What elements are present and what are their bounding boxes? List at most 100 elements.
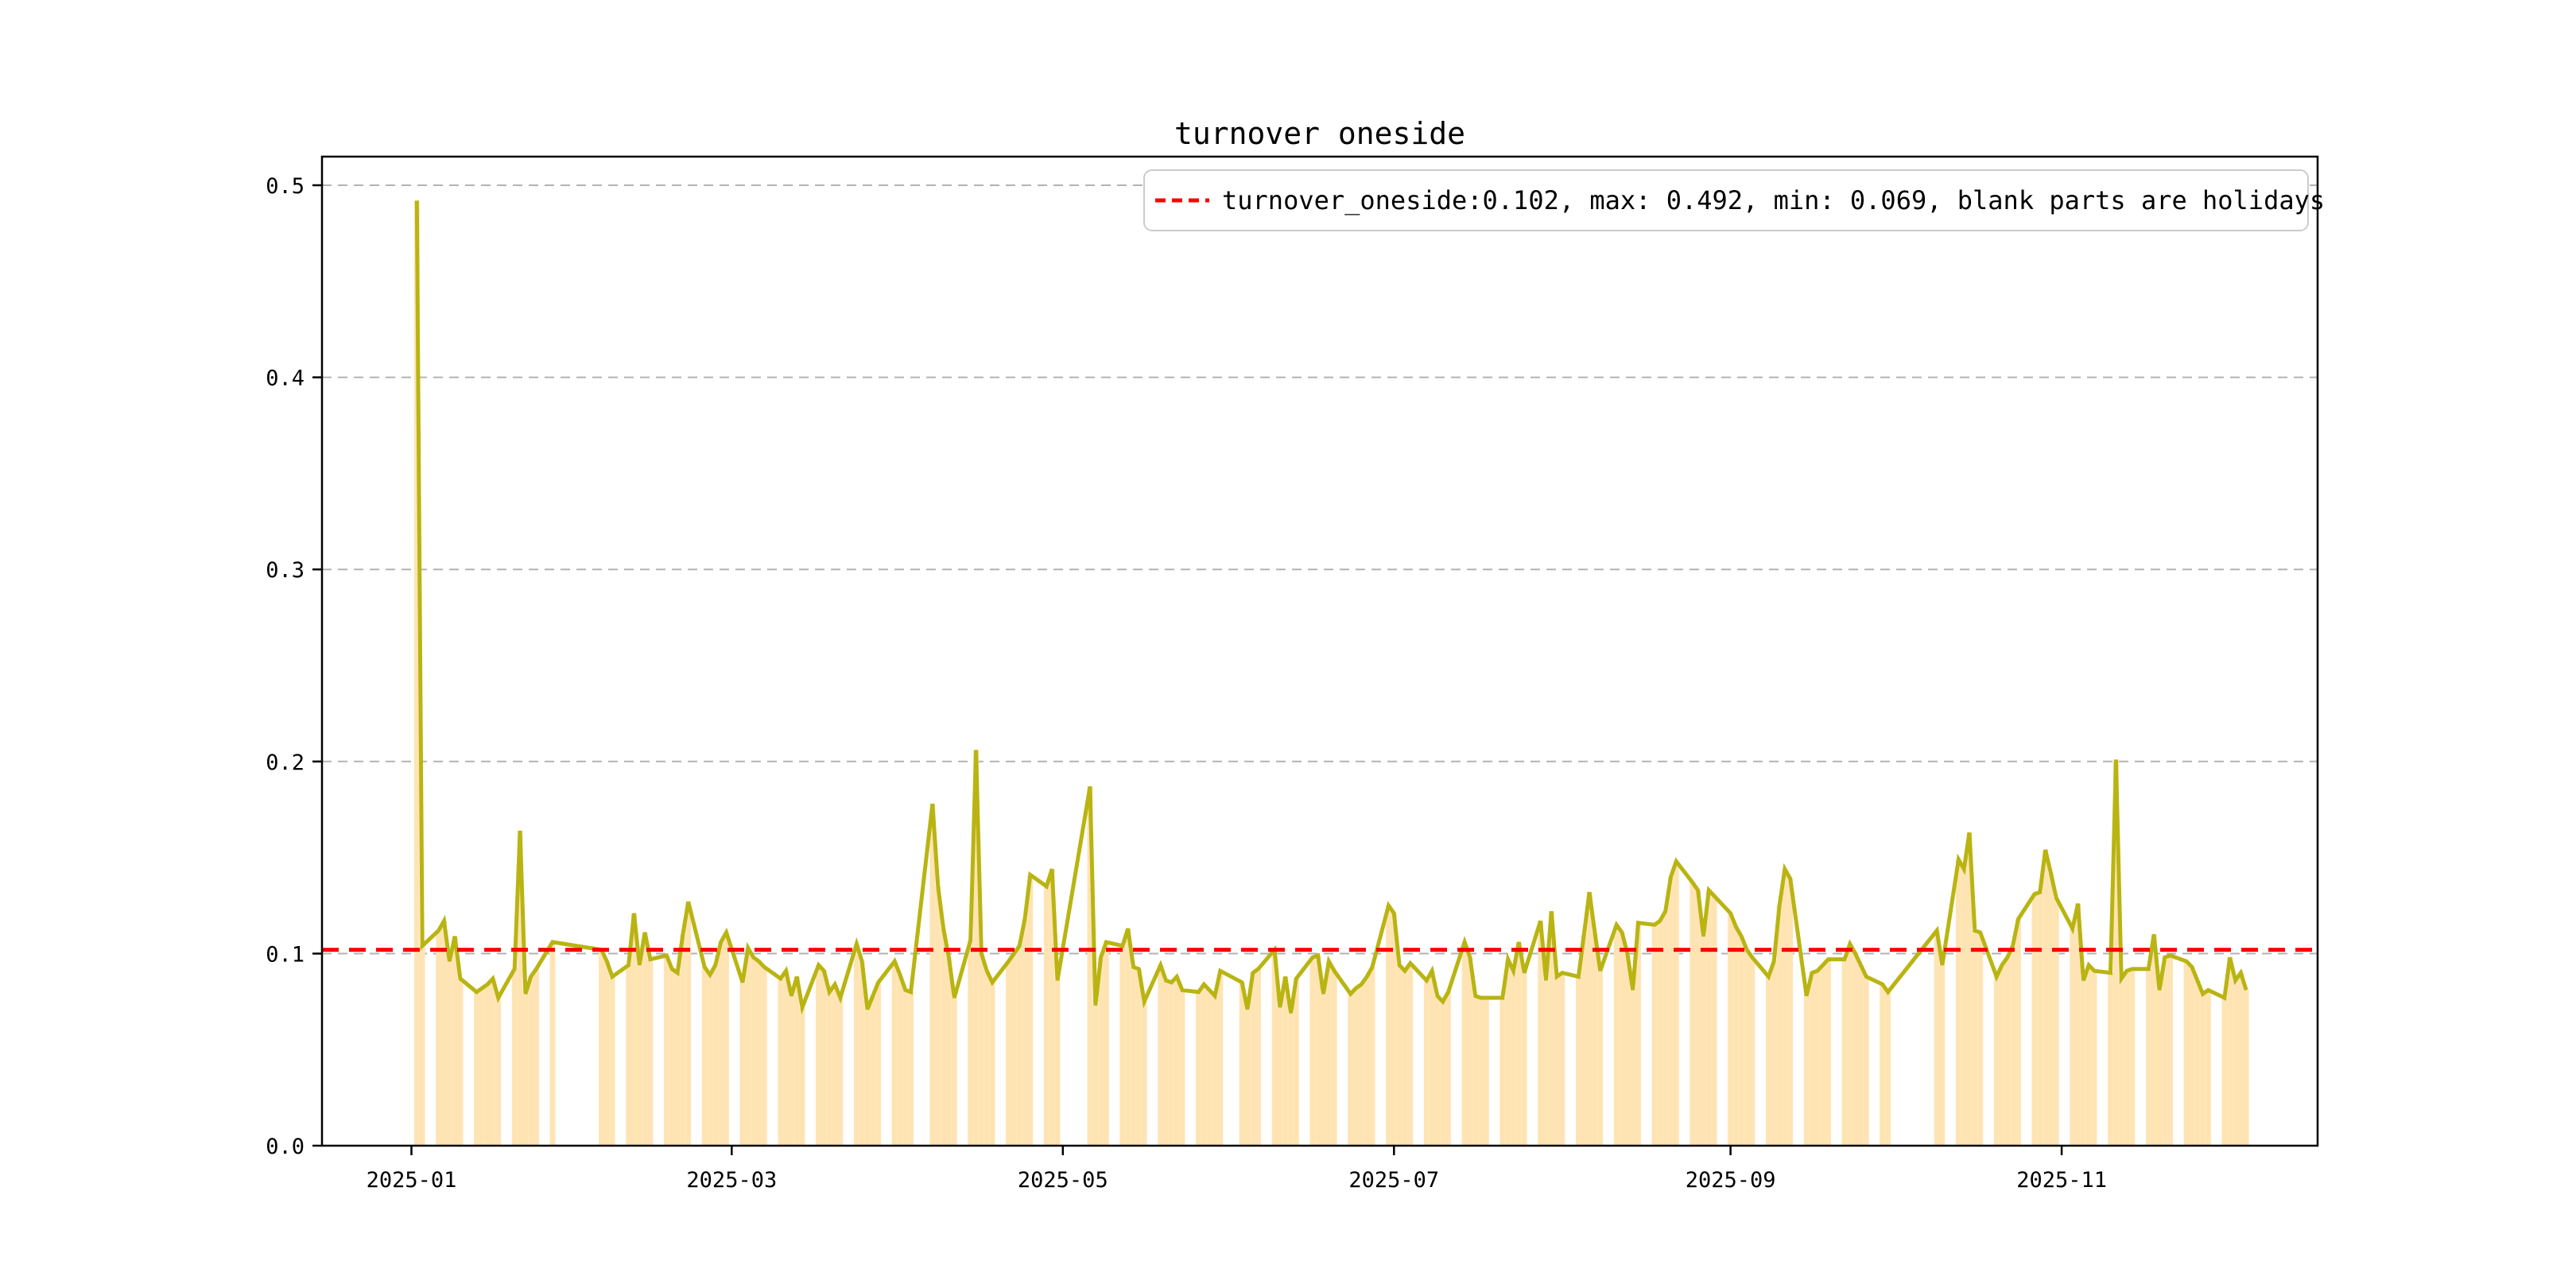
bar bbox=[1277, 1007, 1283, 1146]
bar bbox=[739, 982, 746, 1146]
bar bbox=[1668, 876, 1674, 1146]
bar bbox=[626, 964, 632, 1146]
bar bbox=[1847, 944, 1853, 1146]
bar bbox=[1461, 941, 1468, 1146]
bar bbox=[793, 976, 800, 1146]
bar bbox=[2048, 872, 2054, 1146]
x-tick-label: 2025-05 bbox=[1018, 1168, 1108, 1193]
bar bbox=[1814, 971, 1821, 1146]
bar bbox=[1043, 886, 1049, 1146]
bar bbox=[669, 968, 675, 1146]
bar bbox=[1820, 964, 1826, 1146]
bar bbox=[663, 955, 669, 1146]
bar bbox=[1705, 890, 1712, 1146]
bar bbox=[1196, 991, 1201, 1146]
bar bbox=[636, 964, 642, 1146]
bar bbox=[983, 971, 990, 1146]
bar bbox=[2043, 849, 2049, 1146]
bar bbox=[1022, 918, 1028, 1146]
bar bbox=[2206, 990, 2211, 1146]
bar bbox=[1027, 875, 1034, 1146]
bar bbox=[837, 997, 844, 1146]
bar bbox=[680, 934, 686, 1146]
bar bbox=[832, 984, 838, 1146]
bar bbox=[989, 982, 995, 1146]
bar bbox=[1445, 991, 1451, 1146]
bar bbox=[1440, 1001, 1446, 1146]
bar bbox=[452, 936, 458, 1146]
bar bbox=[902, 990, 909, 1146]
bar bbox=[2162, 957, 2168, 1146]
bar bbox=[870, 995, 876, 1146]
bar bbox=[1011, 953, 1017, 1146]
bar bbox=[1559, 972, 1565, 1146]
bar bbox=[864, 1009, 871, 1146]
bar bbox=[1999, 964, 2005, 1146]
bar bbox=[1695, 890, 1701, 1146]
bar bbox=[1353, 987, 1359, 1146]
bar bbox=[2237, 972, 2244, 1146]
bar bbox=[978, 953, 984, 1146]
bar bbox=[897, 974, 903, 1146]
bar bbox=[1396, 964, 1402, 1146]
y-tick-label: 0.5 bbox=[266, 174, 305, 199]
bar bbox=[1657, 921, 1663, 1146]
x-tick-label: 2025-03 bbox=[686, 1168, 777, 1193]
bar bbox=[968, 940, 974, 1146]
bar bbox=[1738, 936, 1744, 1146]
bar bbox=[1515, 941, 1522, 1146]
bar bbox=[1054, 980, 1061, 1146]
bar bbox=[484, 984, 491, 1146]
bar bbox=[1581, 934, 1587, 1146]
bar bbox=[1624, 953, 1631, 1146]
bar bbox=[1244, 1009, 1251, 1146]
bar bbox=[685, 902, 692, 1146]
bar bbox=[1131, 967, 1136, 1146]
x-tick-label: 2025-11 bbox=[2016, 1168, 2107, 1193]
bar bbox=[1825, 959, 1831, 1146]
bar bbox=[1787, 879, 1794, 1146]
x-tick-label: 2025-07 bbox=[1348, 1168, 1439, 1193]
bar bbox=[816, 964, 821, 1146]
bar bbox=[2108, 972, 2113, 1146]
bar bbox=[1288, 1013, 1294, 1146]
bar bbox=[1586, 892, 1593, 1146]
bar bbox=[2015, 918, 2021, 1146]
x-tick-label: 2025-01 bbox=[367, 1168, 457, 1193]
bar bbox=[2124, 971, 2130, 1146]
bar bbox=[2085, 964, 2092, 1146]
bar bbox=[1174, 976, 1180, 1146]
y-tick-label: 0.2 bbox=[266, 751, 305, 775]
bar bbox=[783, 971, 789, 1146]
bar bbox=[751, 957, 757, 1146]
bar bbox=[479, 987, 485, 1146]
bar bbox=[951, 997, 957, 1146]
bar bbox=[457, 978, 464, 1146]
bar bbox=[1885, 991, 1891, 1146]
bar bbox=[2053, 898, 2059, 1146]
bar bbox=[1293, 978, 1299, 1146]
y-tick-label: 0.1 bbox=[266, 942, 305, 967]
bar bbox=[778, 978, 784, 1146]
bar bbox=[603, 961, 610, 1146]
bar bbox=[1619, 932, 1625, 1146]
bar bbox=[2145, 968, 2151, 1146]
bar bbox=[1554, 976, 1560, 1146]
bar bbox=[1348, 994, 1354, 1146]
bar bbox=[1521, 972, 1527, 1146]
bar bbox=[1315, 955, 1321, 1146]
bar bbox=[1934, 930, 1940, 1146]
bar bbox=[1125, 928, 1131, 1146]
bar bbox=[1206, 990, 1212, 1146]
bar bbox=[891, 961, 898, 1146]
bar bbox=[1006, 961, 1011, 1146]
bar bbox=[2091, 971, 2097, 1146]
bar bbox=[495, 997, 502, 1146]
bar bbox=[1765, 976, 1771, 1146]
bar bbox=[549, 941, 556, 1146]
bar bbox=[1972, 930, 1978, 1146]
bar bbox=[789, 995, 794, 1146]
legend: turnover_oneside:0.102, max: 0.492, min:… bbox=[1143, 169, 2325, 231]
bar bbox=[2080, 980, 2086, 1146]
bar bbox=[436, 930, 442, 1146]
